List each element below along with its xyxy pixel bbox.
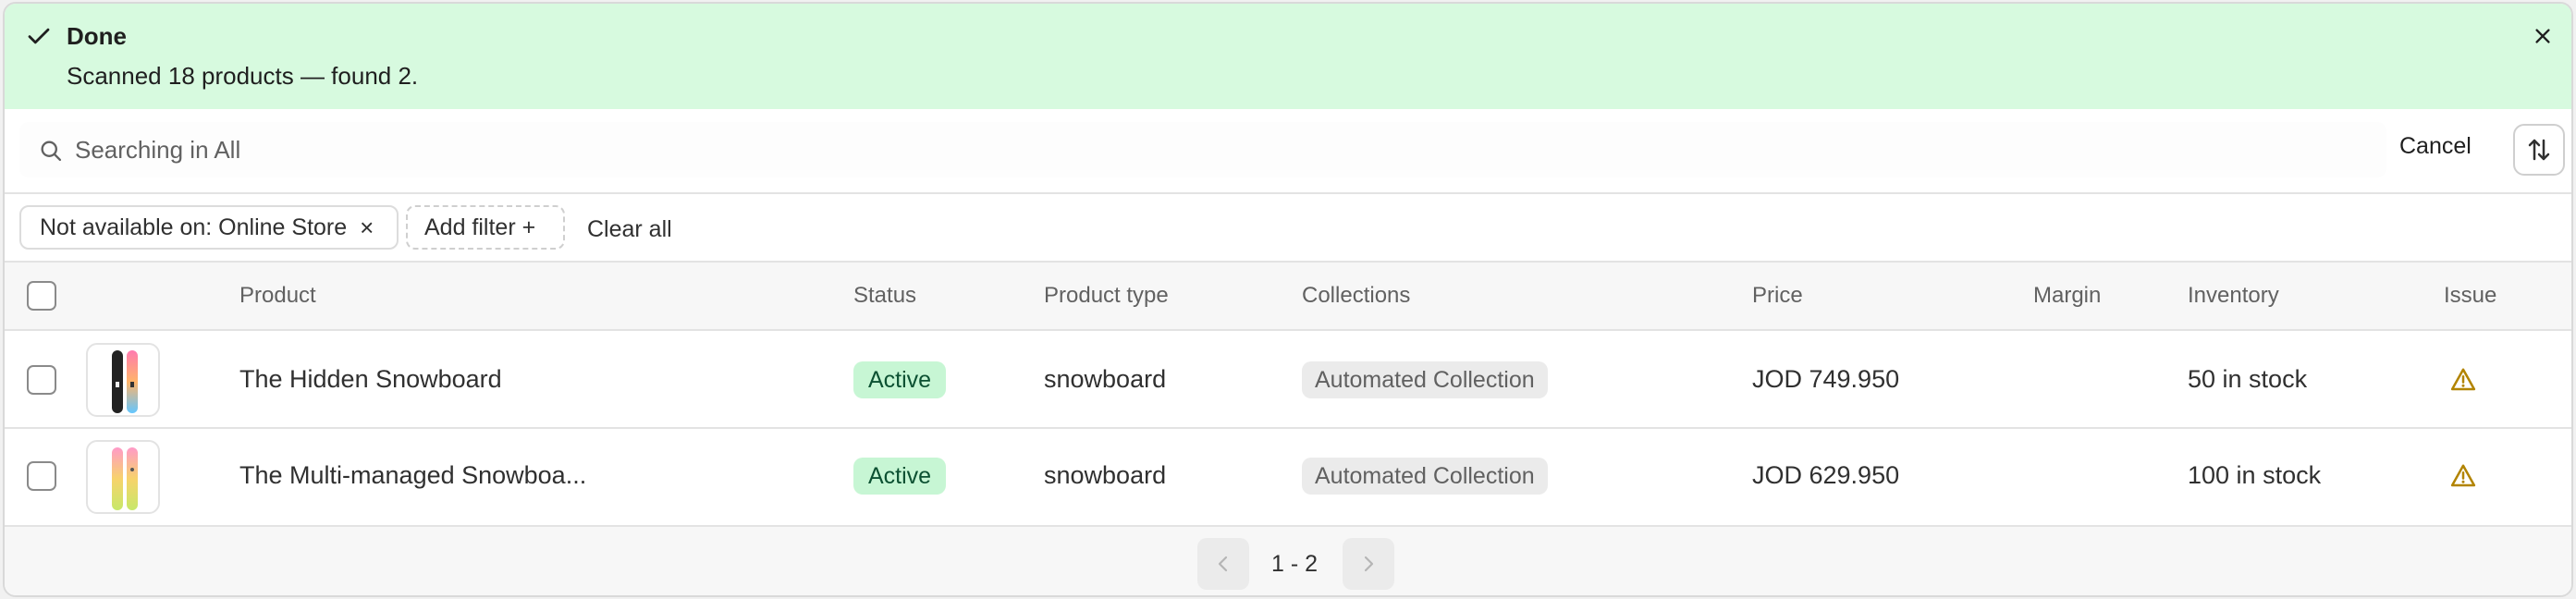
warning-icon[interactable] <box>2449 366 2477 394</box>
search-input[interactable] <box>75 131 2294 168</box>
column-header-margin: Margin <box>2033 283 2102 308</box>
chevron-left-icon <box>1218 556 1228 572</box>
sort-button[interactable] <box>2513 124 2565 176</box>
sort-icon <box>2528 139 2550 161</box>
collection-badge: Automated Collection <box>1302 361 1548 398</box>
banner-title: Done <box>67 22 127 50</box>
filter-chip-not-available[interactable]: Not available on: Online Store × <box>19 205 399 250</box>
table-header: Product Status Product type Collections … <box>5 263 2571 329</box>
status-badge: Active <box>853 458 947 495</box>
row-checkbox[interactable] <box>27 365 56 395</box>
column-header-collections: Collections <box>1302 283 1411 308</box>
search-bar-row: Cancel <box>5 109 2571 192</box>
banner-message: Scanned 18 products — found 2. <box>67 62 419 90</box>
column-header-inventory: Inventory <box>2188 283 2279 308</box>
table-row[interactable]: The Hidden Snowboard Active snowboard Au… <box>5 331 2571 429</box>
column-header-price: Price <box>1752 283 1803 308</box>
snowboard-image <box>112 447 138 510</box>
product-picker-card: Done Scanned 18 products — found 2. Canc… <box>3 2 2573 597</box>
row-checkbox[interactable] <box>27 461 56 491</box>
search-box <box>19 122 2386 177</box>
search-icon <box>41 141 62 162</box>
inventory: 100 in stock <box>2188 461 2322 489</box>
product-name[interactable]: The Multi-managed Snowboa... <box>239 461 586 490</box>
filter-row: Not available on: Online Store × Add fil… <box>5 194 2571 261</box>
next-page-button[interactable] <box>1343 538 1394 590</box>
success-banner: Done Scanned 18 products — found 2. <box>5 4 2571 109</box>
price: JOD 629.950 <box>1752 461 1900 489</box>
remove-filter-icon[interactable]: × <box>360 214 374 242</box>
price: JOD 749.950 <box>1752 365 1900 393</box>
product-type: snowboard <box>1044 461 1167 489</box>
snowboard-image <box>112 350 138 413</box>
column-header-product: Product <box>239 283 316 308</box>
pagination-footer: 1 - 2 <box>5 527 2571 595</box>
column-header-status: Status <box>853 283 917 308</box>
collection-badge: Automated Collection <box>1302 458 1548 495</box>
product-type: snowboard <box>1044 365 1167 393</box>
previous-page-button[interactable] <box>1197 538 1249 590</box>
inventory: 50 in stock <box>2188 365 2308 393</box>
close-banner-button[interactable] <box>2529 22 2557 50</box>
cancel-button[interactable]: Cancel <box>2399 133 2472 160</box>
warning-icon[interactable] <box>2449 462 2477 490</box>
column-header-issue: Issue <box>2444 283 2497 308</box>
filter-chip-label: Not available on: Online Store <box>40 214 348 240</box>
chevron-right-icon <box>1364 556 1374 572</box>
close-icon <box>2535 29 2550 43</box>
select-all-checkbox[interactable] <box>27 281 56 311</box>
status-badge: Active <box>853 361 947 398</box>
product-name[interactable]: The Hidden Snowboard <box>239 365 502 394</box>
add-filter-button[interactable]: Add filter + <box>406 205 565 250</box>
product-thumbnail <box>86 343 160 417</box>
product-thumbnail <box>86 440 160 514</box>
checkmark-icon <box>28 28 50 44</box>
column-header-product-type: Product type <box>1044 283 1169 308</box>
page-range-label: 1 - 2 <box>1271 551 1319 577</box>
clear-all-button[interactable]: Clear all <box>587 216 672 243</box>
table-row[interactable]: The Multi-managed Snowboa... Active snow… <box>5 429 2571 527</box>
